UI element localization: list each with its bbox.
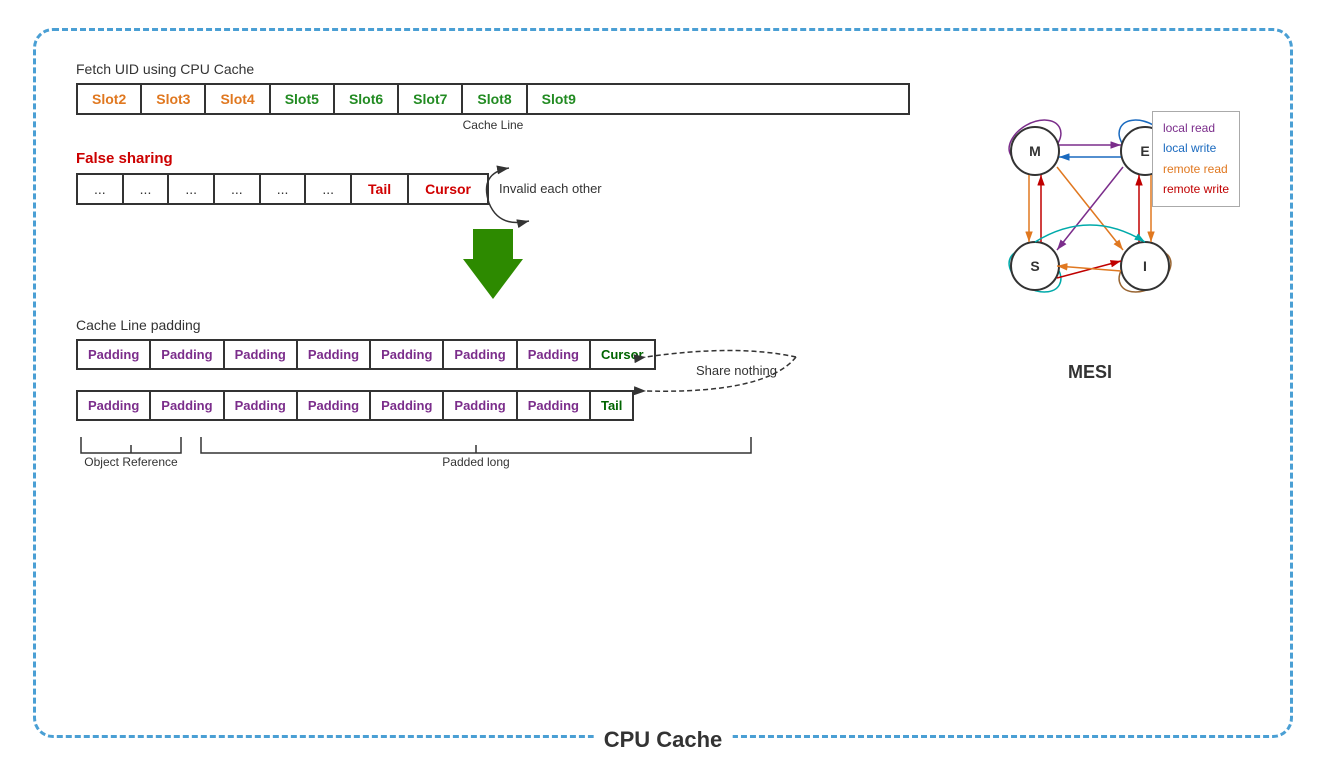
legend-remote-write: remote write: [1163, 179, 1229, 199]
right-panel: M E S I: [930, 61, 1250, 685]
mesi-wrapper: M E S I: [950, 71, 1230, 356]
invalid-arrow-svg: Invalid each other: [479, 163, 659, 243]
share-nothing-svg: Share nothing: [636, 339, 856, 419]
pad1-3: Padding: [225, 341, 298, 368]
false-cell-3: ...: [169, 175, 215, 203]
cache-line-sublabel: Cache Line: [76, 118, 910, 132]
padded-long-label: Padded long: [442, 455, 509, 469]
false-cursor-cell: Cursor: [409, 175, 487, 203]
cpu-cache-label: CPU Cache: [594, 727, 733, 753]
left-panel: Fetch UID using CPU Cache Slot2 Slot3 Sl…: [76, 61, 910, 685]
outer-container: CPU Cache Fetch UID using CPU Cache Slot…: [33, 28, 1293, 738]
svg-text:E: E: [1140, 143, 1149, 159]
slot5-cell: Slot5: [271, 85, 335, 113]
svg-text:Invalid each other: Invalid each other: [499, 181, 602, 196]
slot3-cell: Slot3: [142, 85, 206, 113]
pad1-7: Padding: [518, 341, 591, 368]
svg-text:I: I: [1143, 258, 1147, 274]
pad2-2: Padding: [151, 392, 224, 419]
pad2-tail: Tail: [591, 392, 632, 419]
padding-row-1: Padding Padding Padding Padding Padding …: [76, 339, 656, 370]
section-false: False sharing ... ... ... ... ... ... Ta…: [76, 150, 910, 205]
legend-remote-read: remote read: [1163, 159, 1229, 179]
false-cell-4: ...: [215, 175, 261, 203]
pad1-6: Padding: [444, 341, 517, 368]
svg-text:S: S: [1030, 258, 1039, 274]
object-reference-label: Object Reference: [84, 455, 177, 469]
section-fetch: Fetch UID using CPU Cache Slot2 Slot3 Sl…: [76, 61, 910, 132]
svg-text:Share nothing: Share nothing: [696, 363, 777, 378]
pad2-6: Padding: [444, 392, 517, 419]
slot2-cell: Slot2: [78, 85, 142, 113]
cache-line-row: Slot2 Slot3 Slot4 Slot5 Slot6 Slot7 Slot…: [76, 83, 910, 115]
pad2-4: Padding: [298, 392, 371, 419]
pad1-2: Padding: [151, 341, 224, 368]
pad2-1: Padding: [78, 392, 151, 419]
fetch-label: Fetch UID using CPU Cache: [76, 61, 910, 77]
pad2-7: Padding: [518, 392, 591, 419]
pad1-1: Padding: [78, 341, 151, 368]
false-cell-6: ...: [306, 175, 352, 203]
pad1-5: Padding: [371, 341, 444, 368]
slot8-cell: Slot8: [463, 85, 527, 113]
false-sharing-row: ... ... ... ... ... ... Tail Cursor: [76, 173, 489, 205]
mesi-title: MESI: [1068, 362, 1112, 383]
bracket-obj-svg: [76, 435, 186, 455]
pad2-3: Padding: [225, 392, 298, 419]
pad1-4: Padding: [298, 341, 371, 368]
svg-text:M: M: [1029, 143, 1041, 159]
padding-row-2: Padding Padding Padding Padding Padding …: [76, 390, 634, 421]
legend-local-write: local write: [1163, 138, 1229, 158]
pad2-5: Padding: [371, 392, 444, 419]
legend-local-read: local read: [1163, 118, 1229, 138]
padding-label: Cache Line padding: [76, 317, 910, 333]
section-padding: Cache Line padding Padding Padding Paddi…: [76, 317, 910, 469]
main-content: Fetch UID using CPU Cache Slot2 Slot3 Sl…: [76, 61, 1250, 685]
slot6-cell: Slot6: [335, 85, 399, 113]
mesi-legend: local read local write remote read remot…: [1152, 111, 1240, 207]
bracket-pad-svg: [196, 435, 756, 455]
false-cell-2: ...: [124, 175, 170, 203]
false-cell-5: ...: [261, 175, 307, 203]
slot9-cell: Slot9: [528, 85, 590, 113]
false-cell-1: ...: [78, 175, 124, 203]
slot4-cell: Slot4: [206, 85, 270, 113]
false-tail-cell: Tail: [352, 175, 409, 203]
slot7-cell: Slot7: [399, 85, 463, 113]
